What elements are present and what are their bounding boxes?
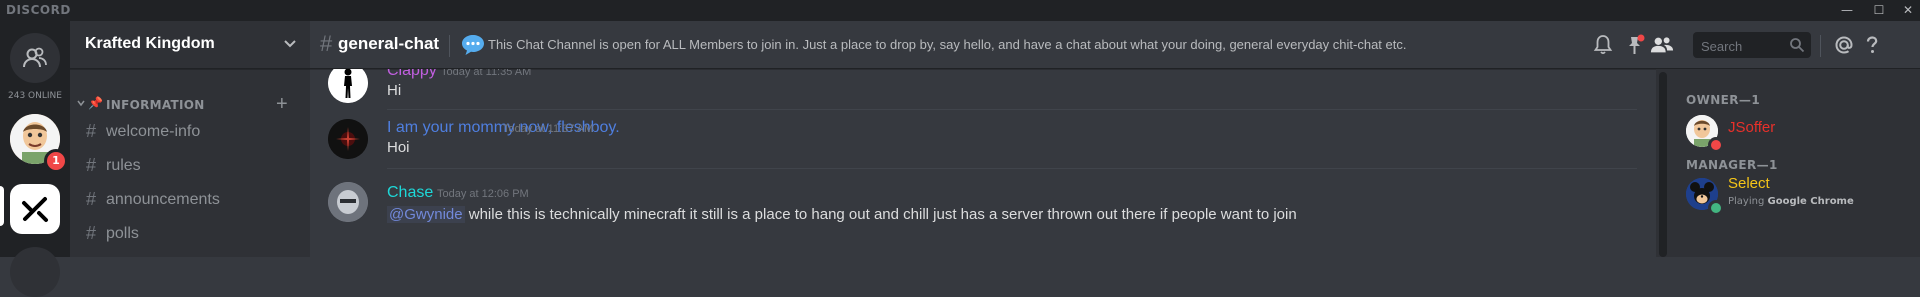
hash-icon: #: [86, 189, 97, 209]
member-item[interactable]: JSoffer: [1686, 115, 1906, 157]
message-text: @Gwynide while this is technically minec…: [387, 206, 1297, 223]
member-name: JSoffer: [1728, 119, 1776, 136]
minimize-button[interactable]: —: [1836, 0, 1858, 21]
member-group-title: MANAGER—1: [1686, 158, 1778, 172]
search-input[interactable]: [1693, 32, 1793, 60]
header-divider: [1820, 35, 1821, 57]
category-chevron-icon: [77, 100, 85, 107]
member-list-icon[interactable]: [1650, 33, 1674, 57]
help-icon[interactable]: [1860, 33, 1884, 57]
channel-item-polls[interactable]: # polls: [78, 219, 300, 249]
search-icon: [1790, 38, 1805, 53]
avatar[interactable]: [328, 119, 368, 159]
close-button[interactable]: ✕: [1897, 0, 1919, 21]
message-text: Hi: [387, 82, 402, 99]
member-list: OWNER—1 JSoffer MANAGER—1 Select Playing…: [1670, 69, 1920, 257]
selected-server-indicator: [0, 186, 4, 226]
helmet-avatar-icon: [328, 182, 368, 222]
channel-item-welcome-info[interactable]: # welcome-info: [78, 117, 300, 147]
header-divider: [449, 35, 450, 57]
category-information[interactable]: 📌 INFORMATION +: [70, 94, 310, 114]
hash-icon: #: [86, 223, 97, 243]
status-indicator: [1708, 137, 1724, 153]
message-divider: [387, 168, 1637, 169]
friends-icon: [23, 47, 47, 68]
user-mention[interactable]: @Gwynide: [387, 206, 465, 223]
channel-name: rules: [106, 157, 141, 174]
hash-icon: #: [86, 155, 97, 175]
member-group-title: OWNER—1: [1686, 93, 1761, 107]
app-brand: DISCORD: [6, 3, 71, 17]
server-list: 243 ONLINE 1: [0, 21, 70, 297]
pin-icon[interactable]: [1623, 33, 1647, 57]
unread-badge: 1: [44, 149, 68, 173]
channel-name: polls: [106, 225, 139, 242]
maximize-button[interactable]: ☐: [1868, 0, 1890, 21]
member-activity: Playing Google Chrome: [1728, 196, 1854, 207]
channel-item-rules[interactable]: # rules: [78, 151, 300, 181]
add-channel-icon[interactable]: +: [276, 94, 288, 114]
chevron-down-icon: [284, 40, 296, 48]
channel-name: welcome-info: [106, 123, 201, 140]
message-timestamp: Today at 12:06 PM: [437, 188, 529, 200]
message-timestamp: Today at 11:35 AM: [441, 69, 532, 78]
message-timestamp: Today at 11:37 AM: [503, 123, 594, 135]
status-indicator: [1708, 200, 1724, 216]
title-bar: DISCORD — ☐ ✕: [0, 0, 1920, 21]
message-divider: [387, 109, 1637, 110]
server-icon-selected[interactable]: [10, 184, 60, 234]
message-author[interactable]: Clappy: [387, 69, 437, 80]
channel-sidebar: Krafted Kingdom 📌 INFORMATION + # welcom…: [70, 21, 310, 257]
speech-bubble-icon: [462, 35, 484, 55]
server-icon[interactable]: [10, 247, 60, 297]
message-list: Clappy Today at 11:35 AM Hi I am your mo…: [310, 69, 1656, 257]
message-text: Hoi: [387, 139, 410, 156]
dark-star-avatar-icon: [328, 119, 368, 159]
avatar[interactable]: [328, 69, 368, 103]
percent-logo-icon: [22, 197, 48, 222]
silhouette-avatar-icon: [328, 69, 368, 103]
scrollbar-thumb[interactable]: [1659, 72, 1667, 257]
channel-topic[interactable]: This Chat Channel is open for ALL Member…: [488, 37, 1406, 52]
hash-icon: #: [320, 31, 333, 56]
guild-header[interactable]: Krafted Kingdom: [70, 21, 310, 69]
channel-item-announcements[interactable]: # announcements: [78, 185, 300, 215]
member-item[interactable]: Select Playing Google Chrome: [1686, 175, 1906, 220]
category-name: INFORMATION: [106, 98, 205, 112]
bell-icon[interactable]: [1591, 33, 1615, 57]
channel-title: general-chat: [338, 34, 440, 53]
message-author[interactable]: Chase: [387, 184, 433, 202]
hash-icon: #: [86, 121, 97, 141]
search-box[interactable]: [1693, 32, 1811, 60]
channel-name: announcements: [106, 191, 220, 208]
pushpin-icon: 📌: [88, 96, 103, 110]
mentions-icon[interactable]: [1832, 33, 1856, 57]
avatar[interactable]: [328, 182, 368, 222]
message-text-content: while this is technically minecraft it s…: [464, 206, 1297, 223]
member-name: Select: [1728, 175, 1770, 192]
online-count: 243 ONLINE: [8, 91, 62, 101]
activity-game: Google Chrome: [1767, 196, 1854, 207]
channel-header: # general-chat This Chat Channel is open…: [310, 21, 1920, 69]
activity-prefix: Playing: [1728, 196, 1768, 207]
friends-home-button[interactable]: [10, 33, 60, 83]
guild-name: Krafted Kingdom: [85, 35, 215, 52]
